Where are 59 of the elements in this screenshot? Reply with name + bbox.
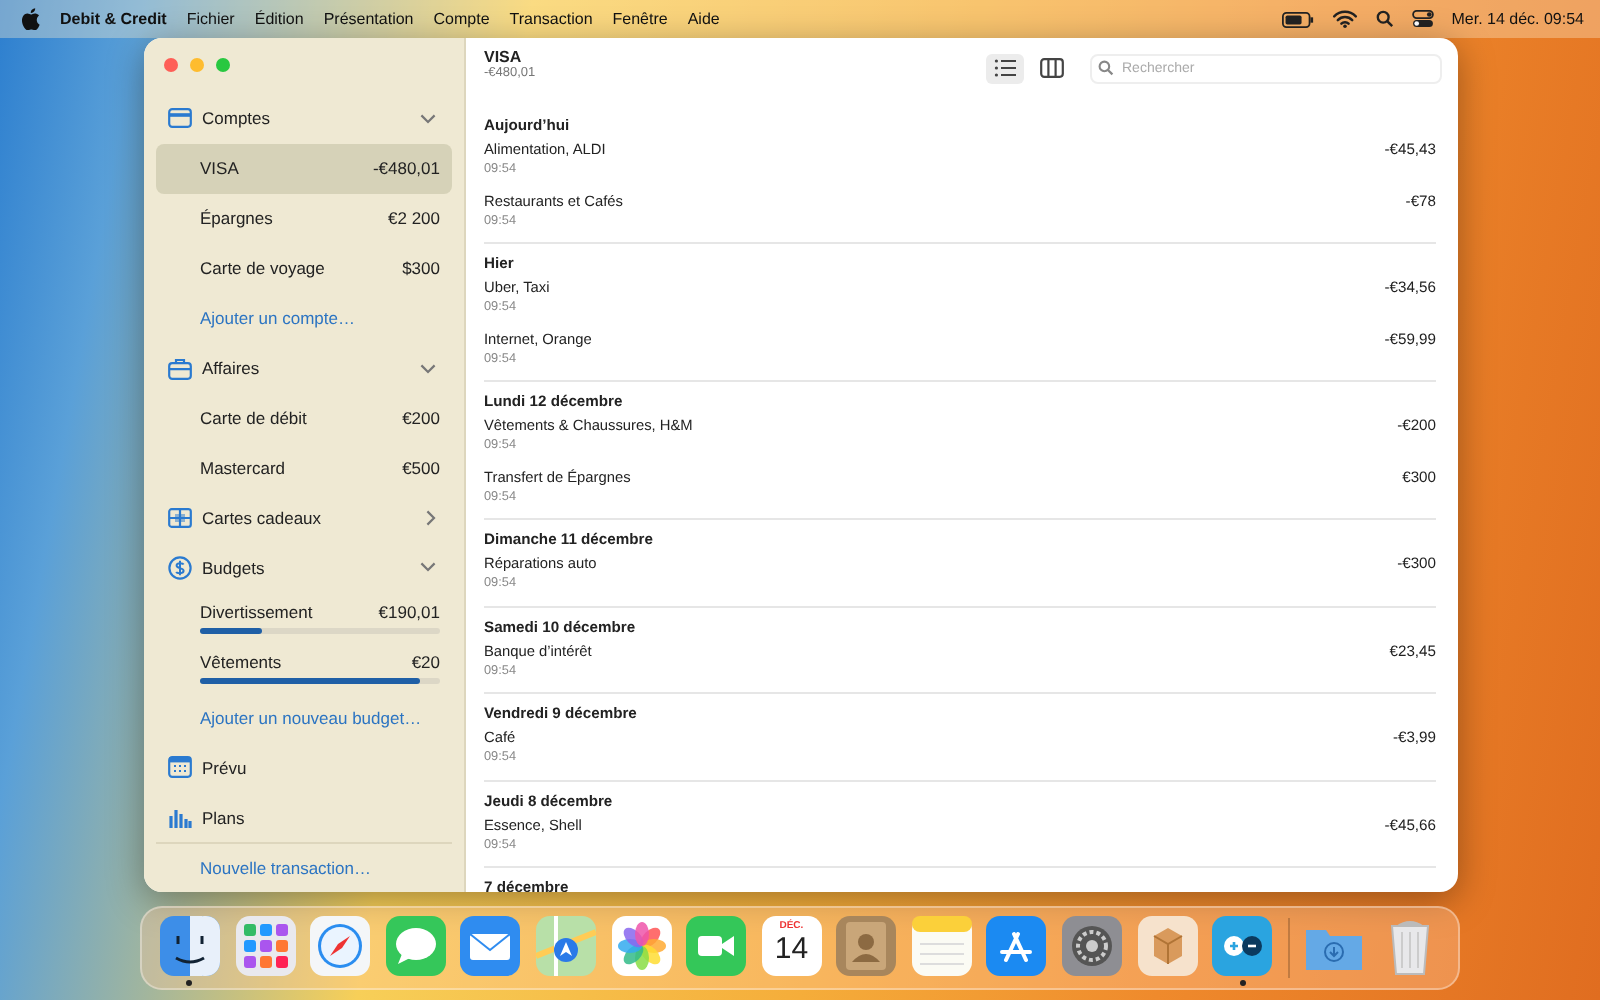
- app-store-icon[interactable]: [986, 916, 1047, 976]
- package-box-icon[interactable]: [1137, 916, 1198, 976]
- account-item[interactable]: Épargnes €2 200: [156, 193, 452, 244]
- sidebar-section[interactable]: Cartes cadeaux: [156, 492, 452, 543]
- menu-bar-clock[interactable]: Mer. 14 déc. 09:54: [1451, 10, 1584, 28]
- account-item[interactable]: VISA -€480,01: [156, 143, 452, 194]
- battery-icon[interactable]: [1281, 11, 1314, 27]
- wifi-icon[interactable]: [1331, 10, 1358, 28]
- list-view-button[interactable]: [986, 53, 1024, 83]
- close-button[interactable]: [164, 58, 178, 73]
- app-menu[interactable]: Debit & Credit: [60, 10, 167, 28]
- contact-book-icon[interactable]: [836, 916, 897, 976]
- account-title: VISA: [484, 48, 524, 66]
- bar-chart-icon: [168, 807, 192, 828]
- dollar-circle-icon: [168, 555, 192, 580]
- account-item[interactable]: Mastercard €500: [156, 443, 452, 493]
- flower-icon[interactable]: [611, 916, 672, 976]
- plus-minus-icon[interactable]: [1212, 916, 1273, 976]
- credit-card-icon: [168, 108, 192, 129]
- sidebar-section[interactable]: Budgets: [156, 542, 452, 593]
- list-icon: [993, 58, 1017, 78]
- menu-item[interactable]: Présentation: [323, 10, 414, 28]
- briefcase-icon: [168, 357, 192, 380]
- add-link[interactable]: Ajouter un nouveau budget…: [200, 707, 422, 728]
- chevron-down-icon[interactable]: [420, 562, 436, 573]
- new-transaction-link[interactable]: Nouvelle transaction…: [200, 857, 372, 878]
- video-camera-icon[interactable]: [686, 916, 747, 976]
- menu-item[interactable]: Aide: [687, 10, 720, 28]
- add-link[interactable]: Ajouter un compte…: [200, 308, 355, 329]
- menu-item[interactable]: Fichier: [186, 10, 235, 28]
- app-grid-icon[interactable]: [235, 916, 296, 976]
- chevron-down-icon[interactable]: [420, 363, 436, 374]
- menu-item[interactable]: Transaction: [509, 10, 593, 28]
- budget-item[interactable]: Vêtements €20: [156, 642, 452, 693]
- account-item[interactable]: Carte de débit €200: [156, 393, 452, 443]
- sidebar-section[interactable]: Comptes: [156, 93, 452, 144]
- chevron-right-icon[interactable]: [426, 509, 436, 526]
- chevron-down-icon[interactable]: [420, 113, 436, 124]
- gear-icon[interactable]: [1062, 916, 1123, 976]
- search-icon: [1098, 60, 1114, 76]
- menu-item[interactable]: Fenêtre: [612, 10, 668, 28]
- menu-item[interactable]: Édition: [254, 10, 304, 28]
- search-icon[interactable]: [1375, 10, 1394, 28]
- account-item[interactable]: Carte de voyage $300: [156, 243, 452, 294]
- finder-face-icon[interactable]: [159, 916, 220, 976]
- menu-item[interactable]: Compte: [433, 10, 490, 28]
- sidebar-section[interactable]: Affaires: [156, 343, 452, 394]
- budget-item[interactable]: Divertissement €190,01: [156, 592, 452, 643]
- envelope-icon[interactable]: [460, 916, 521, 976]
- control-center-icon[interactable]: [1411, 10, 1434, 28]
- speech-bubble-icon[interactable]: [385, 916, 446, 976]
- columns-icon: [1039, 58, 1063, 78]
- gift-card-icon: [168, 507, 192, 528]
- sidebar-nav-item[interactable]: Prévu: [156, 742, 452, 793]
- calendar-icon: [168, 756, 192, 779]
- sidebar-nav-item[interactable]: Plans: [156, 792, 452, 842]
- compass-icon[interactable]: [310, 916, 371, 976]
- apple-logo-icon[interactable]: [22, 8, 40, 30]
- map-icon[interactable]: [535, 916, 596, 976]
